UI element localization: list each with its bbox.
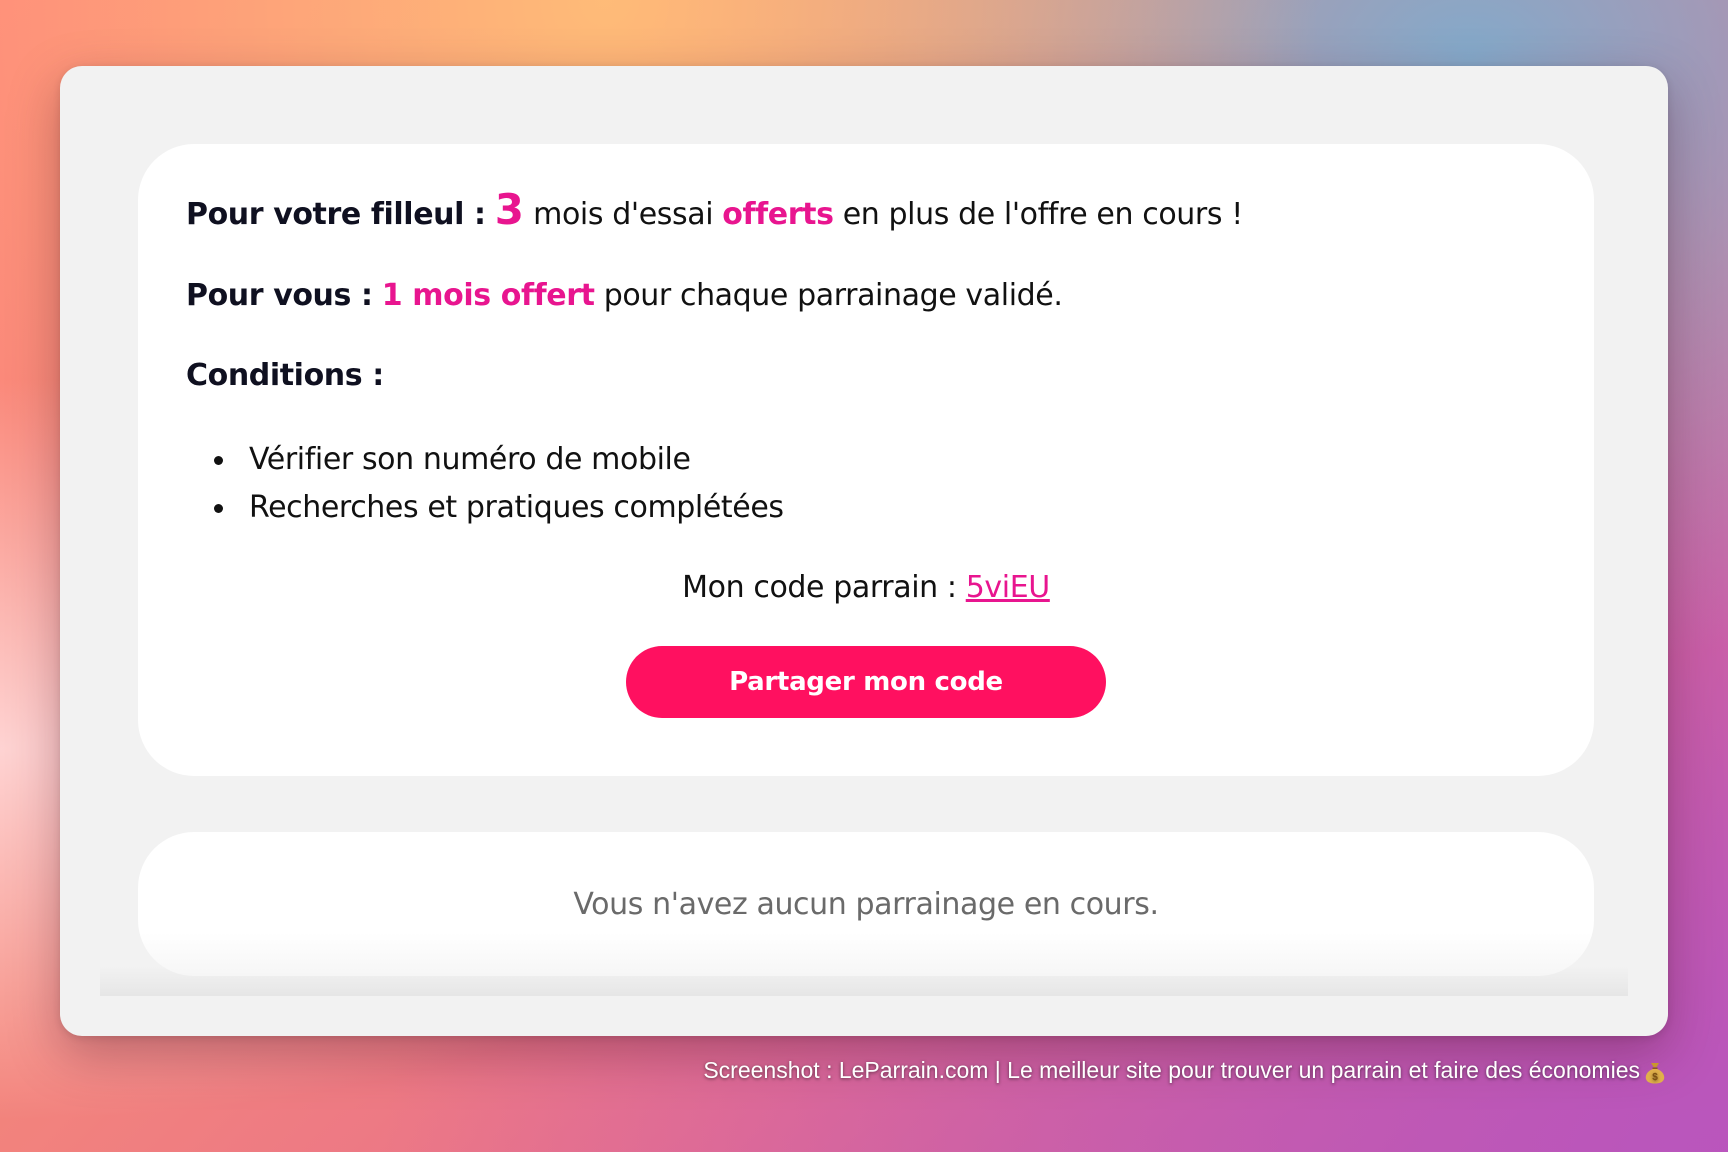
list-item: Vérifier son numéro de mobile [214, 436, 1546, 484]
moneybag-icon: $ [1644, 1060, 1666, 1084]
vous-offer-line: Pour vous : 1 mois offert pour chaque pa… [186, 276, 1546, 316]
filleul-months-number: 3 [494, 185, 524, 234]
app-window: Pour votre filleul : 3 mois d'essai offe… [60, 66, 1668, 1036]
filleul-label: Pour votre filleul : [186, 197, 486, 232]
referral-card: Pour votre filleul : 3 mois d'essai offe… [138, 144, 1594, 776]
filleul-text-trial: mois d'essai [533, 197, 714, 232]
filleul-offerts-highlight: offerts [722, 197, 834, 232]
condition-text: Recherches et pratiques complétées [249, 490, 784, 525]
vous-label: Pour vous : [186, 278, 373, 313]
bullet-icon [214, 455, 223, 465]
conditions-heading: Conditions : [186, 358, 384, 393]
vous-offer-highlight: 1 mois offert [381, 278, 595, 313]
filleul-offer-line: Pour votre filleul : 3 mois d'essai offe… [186, 189, 1546, 235]
filleul-text-rest: en plus de l'offre en cours ! [842, 197, 1244, 232]
empty-state-message: Vous n'avez aucun parrainage en cours. [573, 886, 1159, 922]
referral-code-row: Mon code parrain : 5viEU [186, 568, 1546, 608]
referrals-status-card: Vous n'avez aucun parrainage en cours. [138, 832, 1594, 976]
bullet-icon [214, 503, 223, 513]
vous-text: pour chaque parrainage validé. [603, 278, 1063, 313]
conditions-list: Vérifier son numéro de mobile Recherches… [186, 436, 1546, 532]
screenshot-caption: Screenshot : LeParrain.com | Le meilleur… [703, 1057, 1666, 1084]
caption-text: Screenshot : LeParrain.com | Le meilleur… [703, 1057, 1640, 1083]
condition-text: Vérifier son numéro de mobile [249, 442, 691, 477]
list-item: Recherches et pratiques complétées [214, 484, 1546, 532]
referral-code-label: Mon code parrain : [682, 570, 957, 605]
share-code-button[interactable]: Partager mon code [626, 646, 1106, 718]
svg-text:$: $ [1652, 1072, 1658, 1083]
referral-code-link[interactable]: 5viEU [966, 570, 1050, 605]
